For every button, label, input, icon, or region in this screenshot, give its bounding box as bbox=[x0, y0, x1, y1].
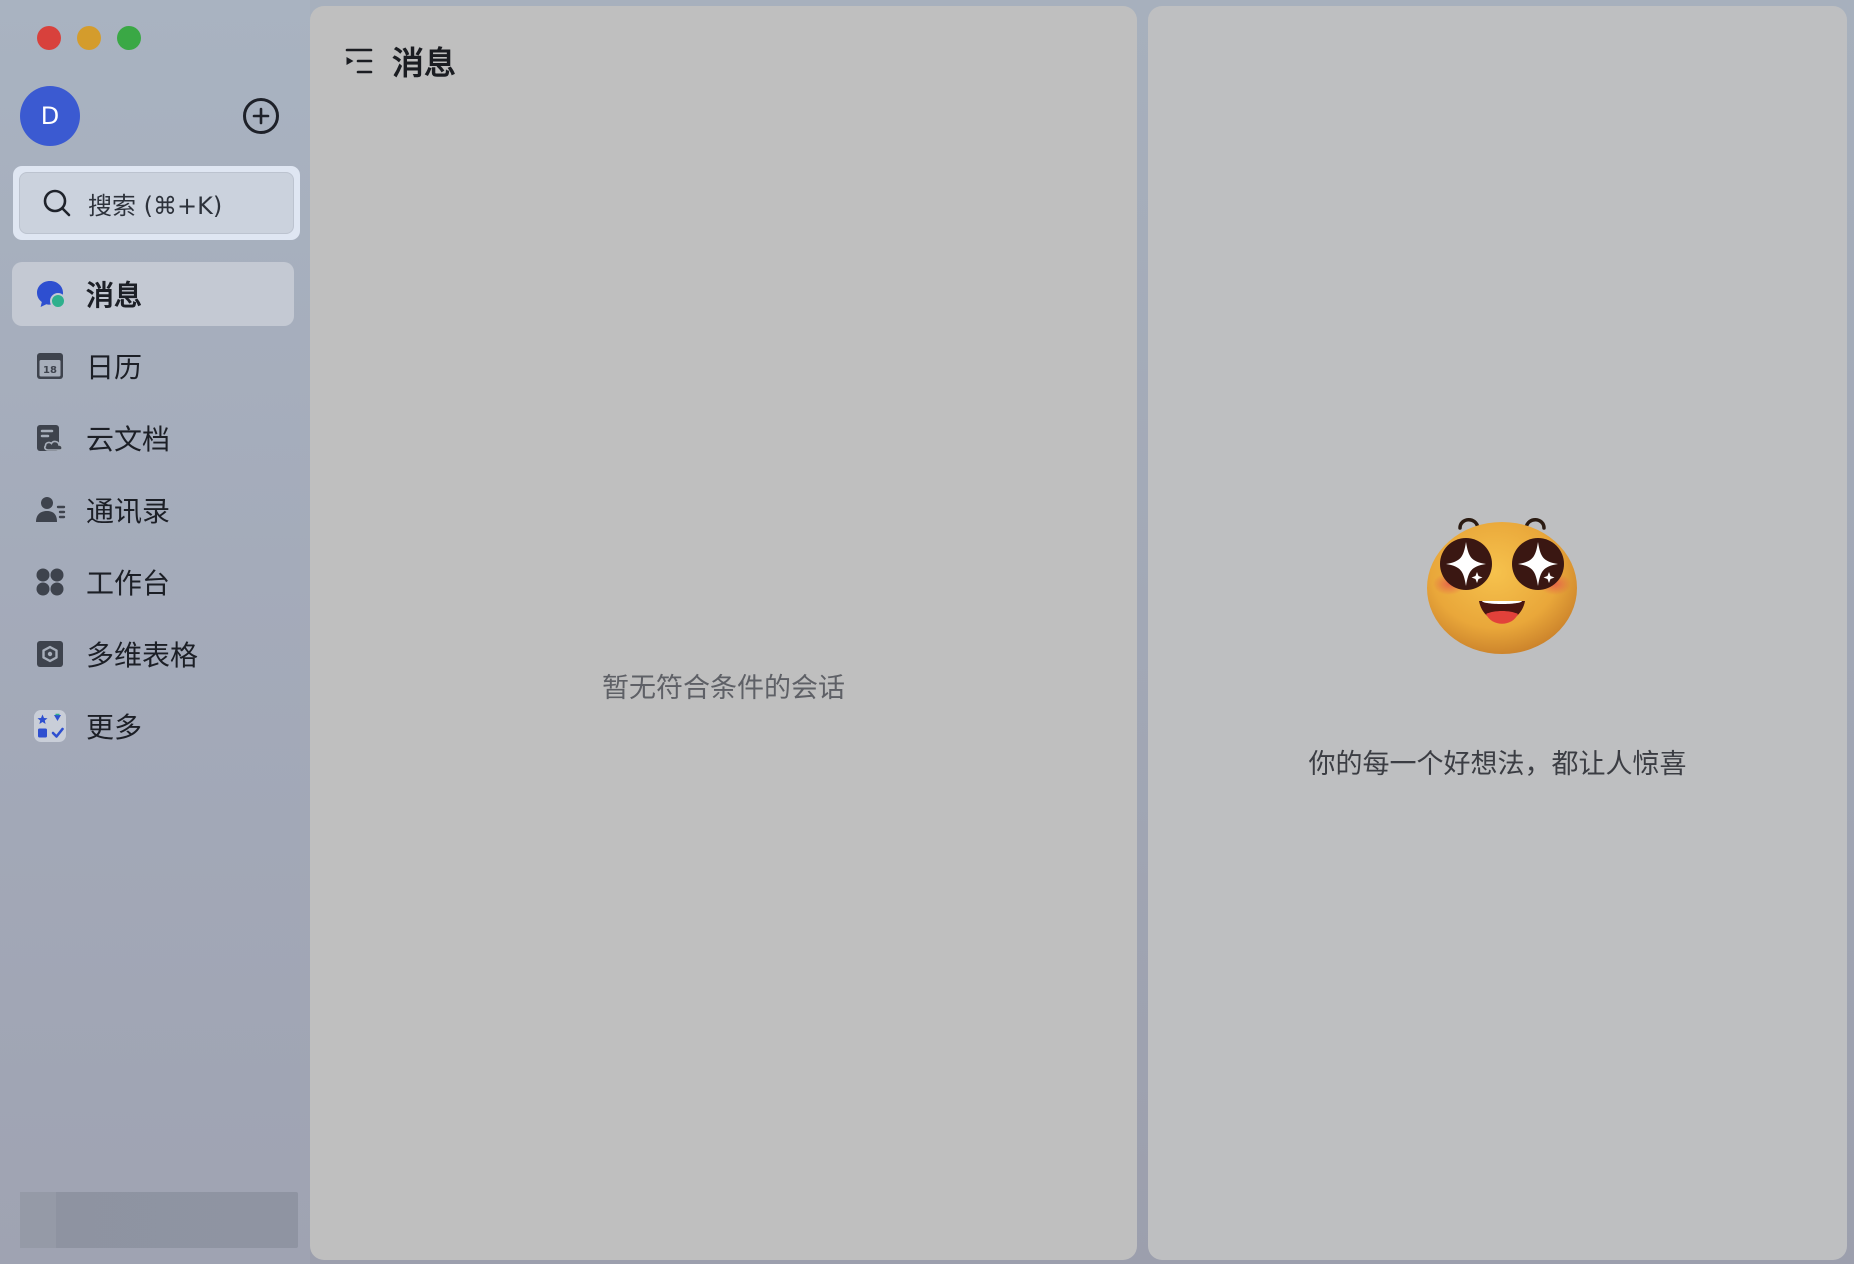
calendar-icon: 18 bbox=[34, 350, 66, 382]
sidebar: D 搜索 (⌘+K) 消息 18 日历 云文档 通讯录 工作台 多维表格 更多 bbox=[0, 0, 310, 1264]
search-input[interactable]: 搜索 (⌘+K) bbox=[19, 172, 294, 234]
expand-sidebar-icon[interactable] bbox=[344, 47, 374, 75]
cloud-doc-icon bbox=[34, 422, 66, 454]
list-header: 消息 bbox=[344, 40, 456, 82]
more-apps-icon bbox=[34, 710, 66, 742]
sidebar-bottom-bar bbox=[20, 1192, 298, 1248]
sidebar-item-more[interactable]: 更多 bbox=[12, 694, 294, 758]
window-minimize-button[interactable] bbox=[77, 26, 101, 50]
welcome-tagline: 你的每一个好想法，都让人惊喜 bbox=[1308, 749, 1687, 780]
workspace-icon bbox=[34, 566, 66, 598]
page-title: 消息 bbox=[392, 44, 457, 82]
sidebar-item-messages[interactable]: 消息 bbox=[12, 262, 294, 326]
contacts-icon bbox=[34, 494, 66, 526]
sidebar-item-cloud-docs[interactable]: 云文档 bbox=[12, 406, 294, 470]
sidebar-item-workspace[interactable]: 工作台 bbox=[12, 550, 294, 614]
detail-panel: 你的每一个好想法，都让人惊喜 bbox=[1148, 6, 1847, 1260]
sidebar-item-label: 消息 bbox=[86, 279, 143, 312]
plus-icon bbox=[252, 107, 270, 125]
window-close-button[interactable] bbox=[37, 26, 61, 50]
sidebar-item-base[interactable]: 多维表格 bbox=[12, 622, 294, 686]
avatar-initial: D bbox=[40, 102, 60, 130]
sidebar-nav: 消息 18 日历 云文档 通讯录 工作台 多维表格 更多 bbox=[12, 262, 294, 766]
avatar[interactable]: D bbox=[20, 86, 80, 146]
sidebar-item-contacts[interactable]: 通讯录 bbox=[12, 478, 294, 542]
search-box-focus-ring: 搜索 (⌘+K) bbox=[13, 166, 300, 240]
window-zoom-button[interactable] bbox=[117, 26, 141, 50]
empty-state-text: 暂无符合条件的会话 bbox=[602, 673, 845, 704]
sidebar-item-label: 云文档 bbox=[86, 423, 171, 456]
base-table-icon bbox=[34, 638, 66, 670]
conversation-list-panel: 消息 暂无符合条件的会话 bbox=[310, 6, 1137, 1260]
svg-text:18: 18 bbox=[43, 365, 57, 376]
sidebar-item-label: 多维表格 bbox=[86, 639, 199, 672]
sidebar-item-label: 工作台 bbox=[86, 567, 171, 600]
sidebar-item-label: 通讯录 bbox=[86, 495, 171, 528]
add-button[interactable] bbox=[243, 98, 279, 134]
sidebar-item-label: 日历 bbox=[86, 351, 143, 384]
search-icon bbox=[43, 189, 71, 217]
sidebar-item-label: 更多 bbox=[86, 711, 143, 744]
sidebar-item-calendar[interactable]: 18 日历 bbox=[12, 334, 294, 398]
chat-icon bbox=[34, 278, 66, 310]
starry-eyed-emoji-icon bbox=[1427, 518, 1577, 654]
search-placeholder: 搜索 (⌘+K) bbox=[88, 191, 223, 220]
